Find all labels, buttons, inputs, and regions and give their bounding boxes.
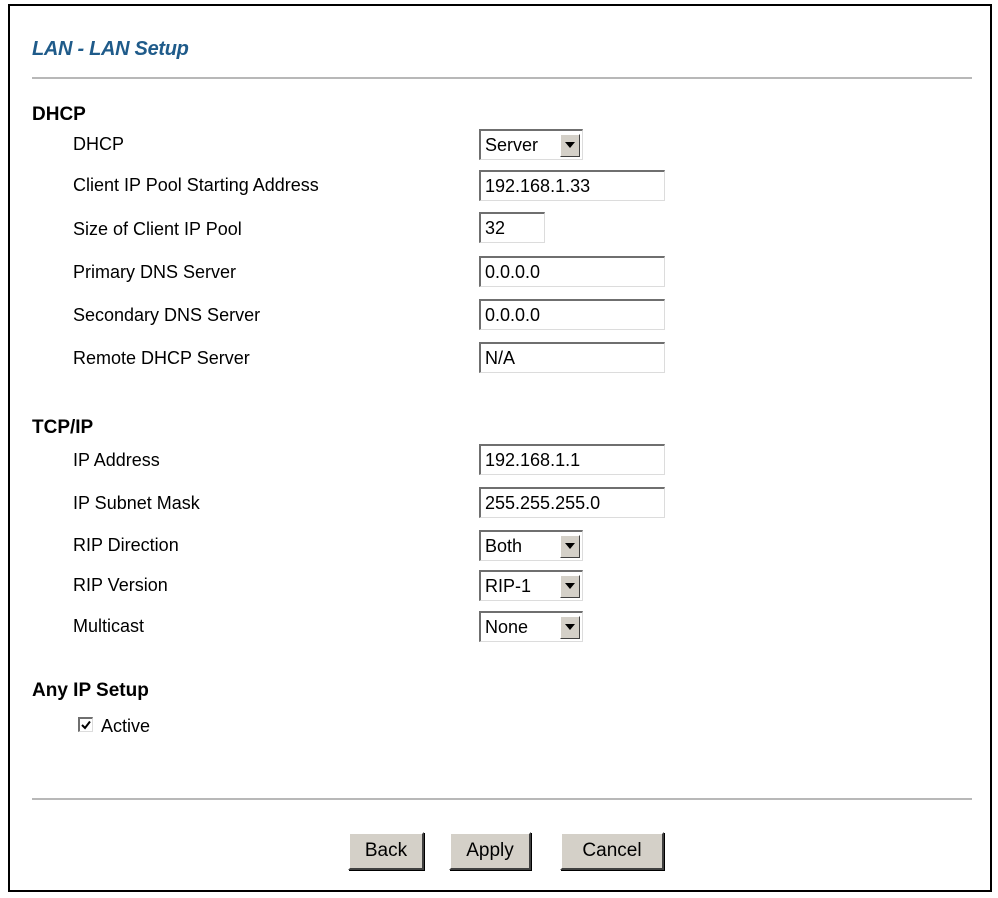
secondary-dns-label: Secondary DNS Server xyxy=(73,305,261,325)
ip-address-input[interactable] xyxy=(479,444,665,475)
rip-version-select[interactable]: RIP-1 xyxy=(479,570,583,601)
pool-size-input[interactable] xyxy=(479,212,545,243)
remote-dhcp-input[interactable] xyxy=(479,342,665,373)
rip-direction-label: RIP Direction xyxy=(73,535,179,555)
back-button[interactable]: Back xyxy=(348,832,424,870)
dhcp-section-title: DHCP xyxy=(32,104,86,125)
multicast-label: Multicast xyxy=(73,616,145,636)
chevron-down-icon[interactable] xyxy=(560,615,580,639)
any-ip-section-title: Any IP Setup xyxy=(32,680,149,701)
multicast-value: None xyxy=(485,616,529,637)
remote-dhcp-label: Remote DHCP Server xyxy=(73,348,250,368)
checkmark-icon xyxy=(81,720,91,730)
active-checkbox[interactable] xyxy=(78,717,93,732)
ip-address-label: IP Address xyxy=(73,450,160,470)
pool-start-input[interactable] xyxy=(479,170,665,201)
pool-size-label: Size of Client IP Pool xyxy=(73,219,242,239)
chevron-down-icon[interactable] xyxy=(560,574,580,598)
subnet-mask-input[interactable] xyxy=(479,487,665,518)
bottom-divider xyxy=(32,798,972,800)
cancel-button[interactable]: Cancel xyxy=(560,832,664,870)
primary-dns-label: Primary DNS Server xyxy=(73,262,237,282)
pool-start-label: Client IP Pool Starting Address xyxy=(73,175,319,195)
apply-button[interactable]: Apply xyxy=(449,832,531,870)
dhcp-mode-label: DHCP xyxy=(73,134,125,154)
multicast-select[interactable]: None xyxy=(479,611,583,642)
rip-version-label: RIP Version xyxy=(73,575,168,595)
subnet-mask-label: IP Subnet Mask xyxy=(73,493,200,513)
primary-dns-input[interactable] xyxy=(479,256,665,287)
secondary-dns-input[interactable] xyxy=(479,299,665,330)
top-divider xyxy=(32,77,972,79)
rip-direction-value: Both xyxy=(485,535,523,556)
dhcp-mode-value: Server xyxy=(485,134,539,155)
active-label: Active xyxy=(101,716,151,736)
chevron-down-icon[interactable] xyxy=(560,534,580,558)
chevron-down-icon[interactable] xyxy=(560,133,580,157)
rip-direction-select[interactable]: Both xyxy=(479,530,583,561)
tcpip-section-title: TCP/IP xyxy=(32,417,94,438)
rip-version-value: RIP-1 xyxy=(485,575,532,596)
dhcp-mode-select[interactable]: Server xyxy=(479,129,583,160)
page-title: LAN - LAN Setup xyxy=(32,38,189,60)
